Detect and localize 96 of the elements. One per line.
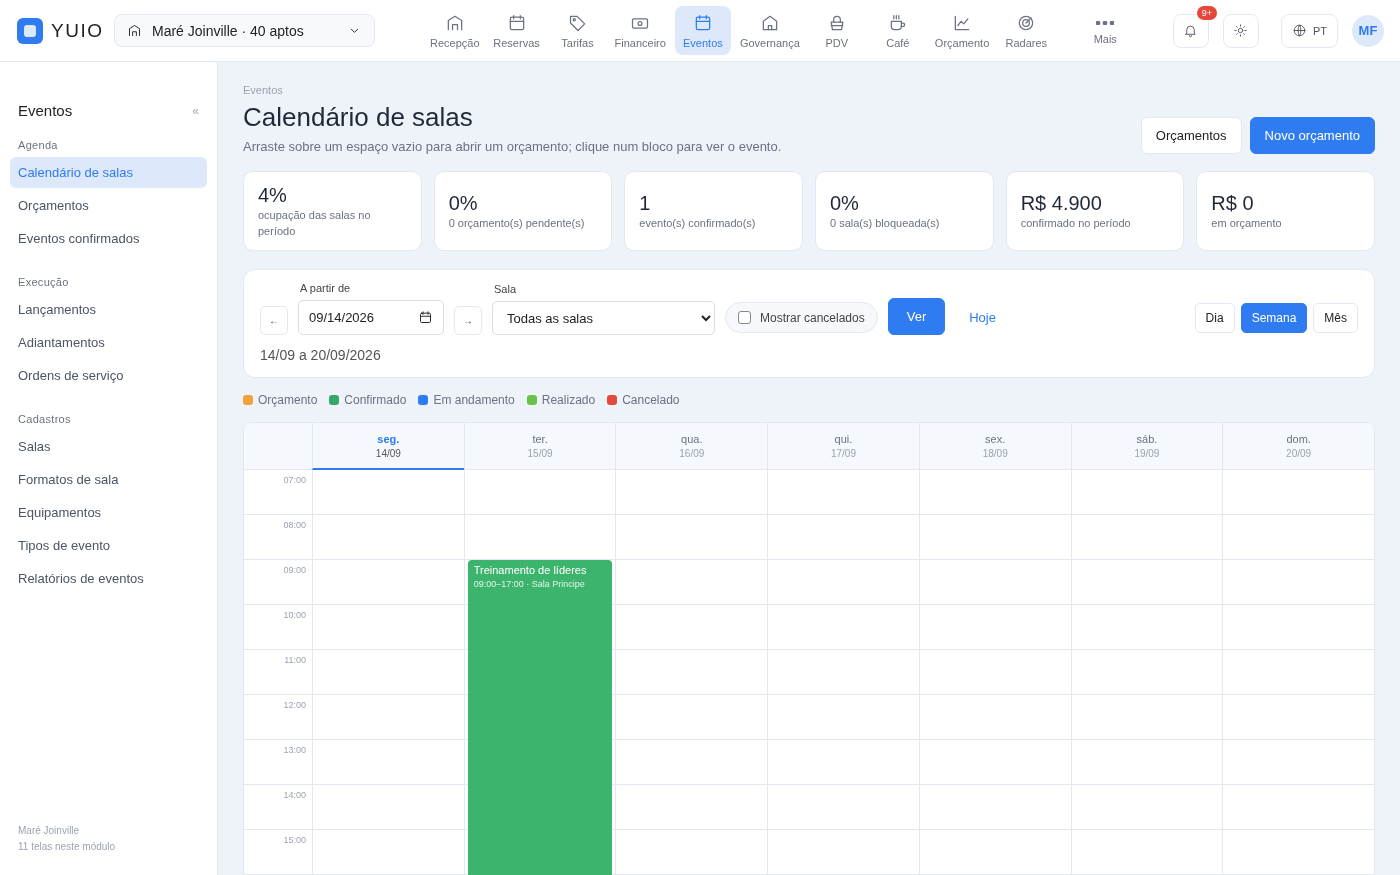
previous-button[interactable]: ← xyxy=(260,306,288,335)
day-header[interactable]: ter. 15/09 xyxy=(463,423,616,470)
footer-text: Maré Joinville xyxy=(18,824,81,838)
time-label: 11:00 xyxy=(244,650,312,695)
section-heading: Execução xyxy=(17,275,70,290)
nav-item[interactable]: Orçamento xyxy=(930,6,994,55)
theme-button[interactable] xyxy=(1222,13,1259,48)
logo-icon xyxy=(17,17,43,44)
stat-value: 1 xyxy=(639,191,652,215)
day-header[interactable]: sáb. 19/09 xyxy=(1070,423,1223,470)
view-toggle[interactable]: Semana xyxy=(1240,303,1308,333)
legend-label: Em andamento xyxy=(433,393,515,407)
date-field[interactable]: 09/14/2026 xyxy=(298,300,444,335)
sidebar-item[interactable]: Adiantamentos xyxy=(10,327,207,358)
stat-label: confirmado no período xyxy=(1020,215,1132,231)
legend-label: Orçamento xyxy=(258,393,318,407)
notification-badge: 9+ xyxy=(1196,5,1217,20)
stat-value: 0% xyxy=(448,191,479,215)
time-label: 07:00 xyxy=(244,470,312,515)
stat-value: 4% xyxy=(258,183,288,207)
page-title: Calendário de salas xyxy=(243,102,474,133)
nav-item[interactable]: Café xyxy=(869,6,926,55)
section-heading: Agenda xyxy=(17,138,59,153)
show-cancelled-toggle[interactable]: Mostrar cancelados xyxy=(725,302,878,333)
view-toggle[interactable]: Mês xyxy=(1313,303,1358,333)
event-title: Treinamento de líderes xyxy=(473,564,588,576)
sidebar-item[interactable]: Orçamentos xyxy=(10,190,207,221)
nav-item[interactable]: Governança xyxy=(735,6,804,55)
today-link[interactable]: Hoje xyxy=(969,310,996,325)
legend-label: Realizado xyxy=(541,393,596,407)
stat-label: 0 sala(s) bloqueada(s) xyxy=(830,215,941,231)
building-icon xyxy=(127,23,142,38)
calendar-icon xyxy=(418,310,433,325)
sidebar-item[interactable]: Eventos confirmados xyxy=(10,223,207,254)
section-heading: Cadastros xyxy=(17,412,72,427)
time-label: 14:00 xyxy=(244,785,312,830)
sidebar-item[interactable]: Salas xyxy=(10,431,207,462)
quotes-button[interactable]: Orçamentos xyxy=(1140,117,1242,154)
footer-text: 11 telas neste módulo xyxy=(18,840,117,854)
legend-label: Confirmado xyxy=(344,393,407,407)
breadcrumb: Eventos xyxy=(243,84,284,96)
field-label: A partir de xyxy=(299,282,352,294)
nav-item[interactable]: Mais xyxy=(1077,6,1134,55)
new-quote-button[interactable]: Novo orçamento xyxy=(1249,117,1375,154)
nav-item[interactable]: Reservas xyxy=(488,6,545,55)
time-label: 09:00 xyxy=(244,560,312,605)
day-header[interactable]: dom. 20/09 xyxy=(1222,423,1374,470)
day-header[interactable]: seg. 14/09 xyxy=(312,423,464,470)
user-avatar[interactable]: MF xyxy=(1352,14,1384,47)
stat-value: R$ 4.900 xyxy=(1020,191,1103,215)
legend-label: Cancelado xyxy=(622,393,680,407)
nav-item[interactable]: Eventos xyxy=(674,6,731,55)
sidebar-item[interactable]: Ordens de serviço xyxy=(10,360,207,391)
day-header[interactable]: sex. 18/09 xyxy=(918,423,1071,470)
page-subtitle: Arraste sobre um espaço vazio para abrir um orçamento; clique num bloco para ver o evento. xyxy=(243,139,782,154)
property-selector[interactable]: Maré Joinville · 40 aptos xyxy=(114,14,375,47)
tag-icon xyxy=(567,13,588,33)
stat-label: evento(s) confirmado(s) xyxy=(639,215,757,231)
day-header[interactable]: qua. 16/09 xyxy=(615,423,768,470)
sidebar-item[interactable]: Lançamentos xyxy=(10,294,207,325)
nav-item[interactable]: Financeiro xyxy=(610,6,670,55)
date-range: 14/09 a 20/09/2026 xyxy=(260,347,382,363)
more-icon xyxy=(1096,21,1115,25)
view-toggle[interactable]: Dia xyxy=(1194,303,1235,333)
event-time: 09:00–17:00 · Sala Principe xyxy=(473,579,586,589)
checkbox[interactable] xyxy=(738,311,751,324)
sidebar-item[interactable]: Equipamentos xyxy=(10,497,207,528)
nav-item[interactable]: Radares xyxy=(998,6,1055,55)
field-label: Sala xyxy=(493,283,518,295)
sidebar-item[interactable]: Calendário de salas xyxy=(10,157,207,188)
globe-icon xyxy=(1291,23,1307,38)
stat-label: ocupação das salas no período xyxy=(258,207,372,239)
room-select[interactable]: Todas as salas xyxy=(492,301,715,335)
next-button[interactable]: → xyxy=(454,306,482,335)
time-label: 12:00 xyxy=(244,695,312,740)
sun-icon xyxy=(1233,23,1249,38)
nav-item[interactable]: Tarifas xyxy=(549,6,606,55)
time-label: 08:00 xyxy=(244,515,312,560)
bell-icon xyxy=(1183,23,1199,38)
time-label: 15:00 xyxy=(244,830,312,875)
stat-value: R$ 0 xyxy=(1211,191,1255,215)
sidebar-title: Eventos xyxy=(18,102,73,119)
nav-item[interactable]: PDV xyxy=(808,6,865,55)
time-label: 13:00 xyxy=(244,740,312,785)
time-label: 10:00 xyxy=(244,605,312,650)
stat-label: em orçamento xyxy=(1211,215,1283,231)
sidebar-item[interactable]: Relatórios de eventos xyxy=(10,563,207,594)
brand-name: YUIO xyxy=(51,19,104,42)
apply-button[interactable]: Ver xyxy=(887,298,946,335)
stat-label: 0 orçamento(s) pendente(s) xyxy=(448,215,586,231)
nav-item[interactable]: Recepção xyxy=(426,6,484,55)
language-button[interactable]: PT xyxy=(1280,13,1338,48)
sidebar-item[interactable]: Tipos de evento xyxy=(10,530,207,561)
day-header[interactable]: qui. 17/09 xyxy=(767,423,919,470)
stat-value: 0% xyxy=(830,191,860,215)
sidebar-item[interactable]: Formatos de sala xyxy=(10,464,207,495)
